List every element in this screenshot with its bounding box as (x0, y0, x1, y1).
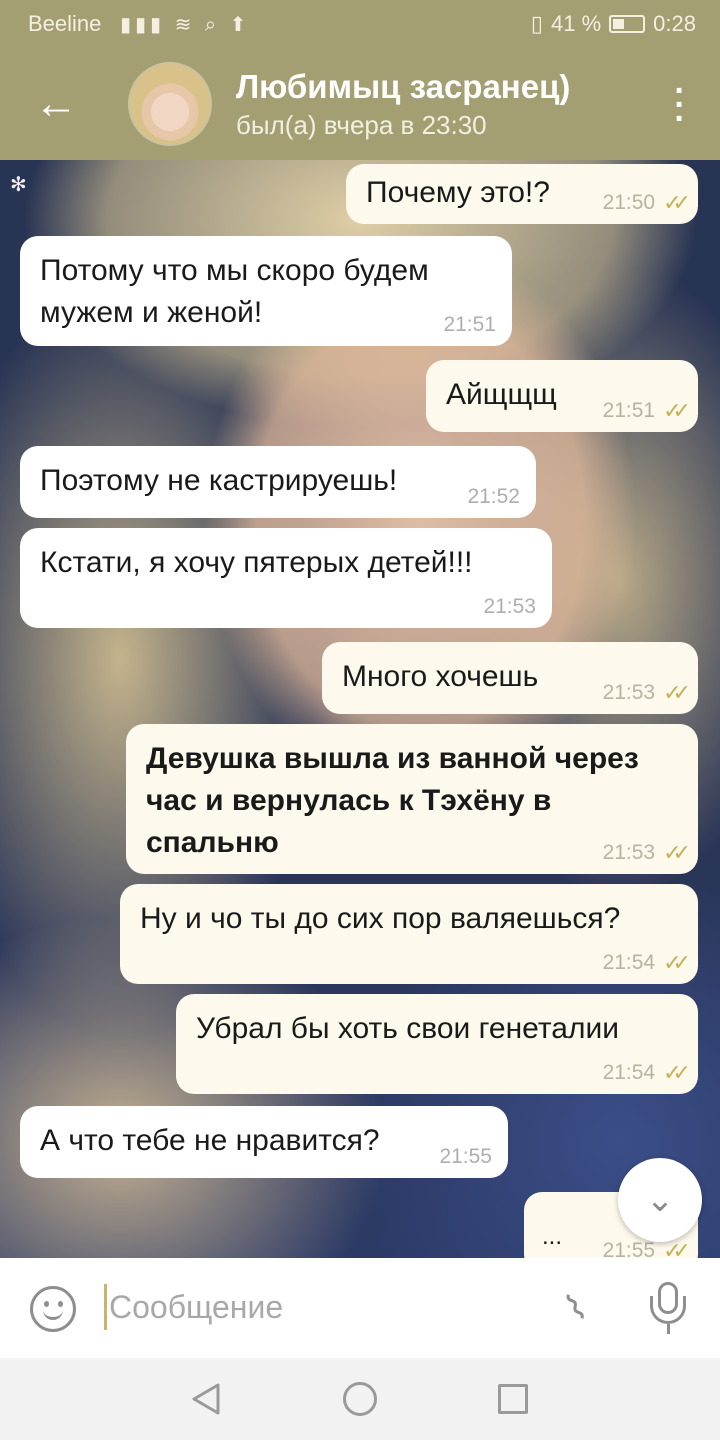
message-time: 21:50 (602, 191, 656, 214)
message-input[interactable] (104, 1284, 524, 1330)
vibrate-icon: ▯ (530, 11, 544, 36)
message-time: 21:51 (443, 313, 496, 336)
message-time: 21:51 (602, 399, 656, 422)
message-text: Потому что мы скоро будем мужем и женой! (40, 254, 429, 329)
message-bubble[interactable]: Почему это!? 21:50 ✓✓ (346, 164, 698, 224)
double-check-icon: ✓✓ (663, 840, 691, 865)
message-meta: 21:54 ✓✓ (602, 1060, 691, 1086)
message-time: 21:53 (602, 841, 656, 864)
message-bubble[interactable]: Ну и чо ты до сих пор валяешься? 21:54 ✓✓ (120, 884, 698, 984)
message-text: Ну и чо ты до сих пор валяешься? (140, 902, 621, 935)
message-text: Убрал бы хоть свои генеталии (196, 1012, 619, 1045)
message-bubble[interactable]: Девушка вышла из ванной через час и верн… (126, 724, 698, 874)
double-check-icon: ✓✓ (663, 398, 691, 423)
message-text: Поэтому не кастрируешь! (40, 464, 398, 497)
message-text: Айщщщ (446, 378, 557, 411)
back-arrow-icon[interactable]: ← (30, 78, 82, 130)
message-meta: 21:53 (483, 594, 536, 620)
message-meta: 21:55 (439, 1144, 492, 1170)
avatar[interactable] (128, 62, 212, 146)
message-meta: 21:55 ✓✓ (602, 1238, 691, 1258)
paperclip-icon[interactable]: ⌇ (547, 1277, 606, 1339)
double-check-icon: ✓✓ (663, 190, 691, 215)
smiley-icon[interactable] (30, 1286, 76, 1332)
message-time: 21:54 (602, 1061, 656, 1084)
message-bubble[interactable]: А что тебе не нравится? 21:55 (20, 1106, 508, 1178)
message-text: ... (542, 1223, 563, 1250)
message-time: 21:53 (602, 681, 656, 704)
message-time: 21:52 (467, 485, 520, 508)
scroll-down-button[interactable]: ⌄ (618, 1158, 702, 1242)
message-bubble[interactable]: Айщщщ 21:51 ✓✓ (426, 360, 698, 432)
system-nav-bar (0, 1358, 720, 1440)
message-bubble[interactable]: Много хочешь 21:53 ✓✓ (322, 642, 698, 714)
nav-recents-icon[interactable] (498, 1384, 528, 1414)
message-text: Девушка вышла из ванной через час и верн… (146, 742, 639, 859)
message-meta: 21:54 ✓✓ (602, 950, 691, 976)
carrier-name: Beeline (28, 11, 102, 36)
message-text: А что тебе не нравится? (40, 1124, 380, 1157)
message-time: 21:55 (439, 1145, 492, 1168)
message-meta: 21:51 ✓✓ (602, 398, 691, 424)
battery-icon (609, 15, 646, 33)
message-text: Почему это!? (366, 176, 550, 209)
message-bubble[interactable]: Поэтому не кастрируешь! 21:52 (20, 446, 536, 518)
chat-background[interactable]: ✻ Почему это!? 21:50 ✓✓ Потому что мы ско… (0, 160, 720, 1258)
battery-fill (613, 19, 625, 29)
status-right: ▯ 41 % 0:28 (531, 11, 696, 37)
message-meta: 21:53 ✓✓ (602, 840, 691, 866)
message-text: Много хочешь (342, 660, 539, 693)
message-bubble[interactable]: Кстати, я хочу пятерых детей!!! 21:53 (20, 528, 552, 628)
signal-wifi-icons: ▮▮▮ ≋ ⌕ ⬆ (120, 14, 251, 36)
message-time: 21:53 (483, 595, 536, 618)
message-meta: 21:52 (467, 484, 520, 510)
status-bar: Beeline ▮▮▮ ≋ ⌕ ⬆ ▯ 41 % 0:28 (0, 0, 720, 48)
mic-arc (650, 1296, 686, 1324)
message-meta: 21:51 (443, 312, 496, 338)
chat-title[interactable]: Любимыц засранец) (236, 68, 570, 106)
message-bubble[interactable]: Убрал бы хоть свои генеталии 21:54 ✓✓ (176, 994, 698, 1094)
background-watermark: ✻ (10, 174, 27, 196)
chat-header: ← Любимыц засранец) был(а) вчера в 23:30… (0, 48, 720, 160)
double-check-icon: ✓✓ (663, 1060, 691, 1085)
chevron-down-icon: ⌄ (645, 1181, 675, 1219)
double-check-icon: ✓✓ (663, 950, 691, 975)
more-vertical-icon[interactable]: · · · (670, 74, 690, 136)
double-check-icon: ✓✓ (663, 680, 691, 705)
microphone-icon[interactable] (648, 1282, 688, 1336)
nav-back-icon[interactable] (190, 1382, 222, 1416)
message-time: 21:55 (602, 1239, 656, 1258)
mic-stem (667, 1324, 670, 1334)
message-text: Кстати, я хочу пятерых детей!!! (40, 546, 473, 579)
message-time: 21:54 (602, 951, 656, 974)
message-bubble[interactable]: Потому что мы скоро будем мужем и женой!… (20, 236, 512, 346)
last-seen-status: был(а) вчера в 23:30 (236, 110, 487, 140)
clock: 0:28 (653, 11, 696, 36)
nav-home-icon[interactable] (343, 1382, 377, 1416)
message-meta: 21:53 ✓✓ (602, 680, 691, 706)
message-input-bar: ⌇ (0, 1258, 720, 1358)
battery-percent: 41 % (551, 11, 602, 36)
message-meta: 21:50 ✓✓ (602, 190, 691, 216)
